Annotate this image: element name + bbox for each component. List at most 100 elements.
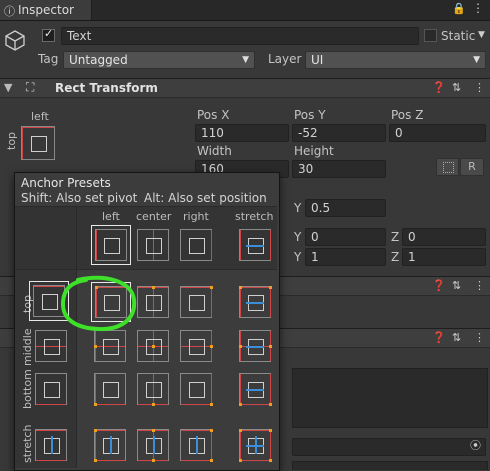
help-icon[interactable]: ❓ xyxy=(432,331,446,344)
pos-y-label: Pos Y xyxy=(294,108,326,122)
static-checkbox[interactable] xyxy=(424,29,437,42)
scale-y-value: 1 xyxy=(311,250,319,264)
height-value: 30 xyxy=(298,162,314,176)
scale-z-value: 1 xyxy=(408,250,416,264)
info-icon: ⓘ xyxy=(4,5,15,18)
preset-top-right[interactable] xyxy=(180,286,213,318)
tag-dropdown[interactable]: Untagged ▼ xyxy=(63,51,255,69)
static-dropdown-arrow[interactable]: ▼ xyxy=(478,30,485,40)
preset-stretch-right[interactable] xyxy=(180,429,213,462)
pos-z-value: 0 xyxy=(395,126,403,140)
pos-x-field[interactable]: 110 xyxy=(195,124,289,142)
rect-preview xyxy=(31,136,47,152)
rect-transform-icon: ⛶ xyxy=(26,80,35,94)
object-reference-field[interactable]: ⦿ xyxy=(292,438,486,456)
anchor-presets-button[interactable] xyxy=(21,126,55,160)
annotation-circle xyxy=(60,275,137,332)
rect-transform-header[interactable]: ▼ ⛶ Rect Transform ❓ ⇅ ⋮ xyxy=(0,78,490,98)
text-area-field[interactable] xyxy=(292,368,488,428)
rotation-y-field[interactable]: 0 xyxy=(305,228,386,246)
width-label: Width xyxy=(197,144,232,158)
more-options-icon[interactable]: ⋮ xyxy=(474,331,485,344)
preset-right-horizontal[interactable] xyxy=(180,229,212,261)
row-label-middle: middle xyxy=(21,328,34,366)
rotation-y-label: Y xyxy=(294,230,302,244)
static-label: Static xyxy=(441,29,476,43)
preset-stretch-horizontal[interactable] xyxy=(239,229,271,261)
scale-z-field[interactable]: 1 xyxy=(402,248,486,266)
scale-z-label: Z xyxy=(391,250,400,264)
height-label: Height xyxy=(294,144,334,158)
pos-y-value: -52 xyxy=(298,126,318,140)
object-name-field[interactable]: Text xyxy=(61,27,419,45)
pos-z-field[interactable]: 0 xyxy=(389,124,486,142)
active-checkbox[interactable]: ✓ xyxy=(42,27,55,42)
presets-icon[interactable]: ⇅ xyxy=(452,279,461,292)
preset-stretch-vertical[interactable] xyxy=(35,429,67,461)
preset-bottom-left[interactable] xyxy=(94,373,126,406)
scale-y-label: Y xyxy=(294,250,302,264)
preset-bottom-stretch[interactable] xyxy=(239,373,272,406)
rotation-z-value: 0 xyxy=(408,230,416,244)
scale-y-field[interactable]: 1 xyxy=(305,248,386,266)
help-icon[interactable]: ❓ xyxy=(432,81,446,94)
preset-middle-left[interactable] xyxy=(94,330,126,362)
preset-bottom-vertical[interactable] xyxy=(35,373,67,405)
anchor-line xyxy=(22,127,54,128)
row-label-stretch: stretch xyxy=(21,424,34,463)
rect-transform-title: Rect Transform xyxy=(55,81,158,95)
pos-y-field[interactable]: -52 xyxy=(292,124,386,142)
preset-middle-center[interactable] xyxy=(137,330,169,362)
raw-edit-label: R xyxy=(468,160,476,173)
pos-x-value: 110 xyxy=(201,126,224,140)
raw-edit-button[interactable]: R xyxy=(460,158,484,176)
pivot-y-label: Y xyxy=(294,201,302,215)
preset-stretch-left[interactable] xyxy=(94,429,126,462)
preset-middle-vertical[interactable] xyxy=(35,330,67,362)
presets-icon[interactable]: ⇅ xyxy=(452,331,461,344)
anchor-presets-popup: Anchor Presets Shift: Also set pivot Alt… xyxy=(14,172,280,471)
presets-icon[interactable]: ⇅ xyxy=(452,81,461,94)
help-icon[interactable]: ❓ xyxy=(432,279,446,292)
preset-center-horizontal[interactable] xyxy=(137,229,169,261)
blueprint-icon xyxy=(443,162,454,173)
preset-middle-right[interactable] xyxy=(180,330,213,362)
rotation-z-field[interactable]: 0 xyxy=(402,228,486,246)
tab-bar: ⓘ Inspector 🔒 ⋮ xyxy=(0,0,490,21)
pivot-y-field[interactable]: 0.5 xyxy=(305,199,386,217)
shift-hint: Shift: Also set pivot xyxy=(21,191,138,205)
preset-top-stretch[interactable] xyxy=(239,286,272,318)
preset-stretch-stretch[interactable] xyxy=(239,429,272,462)
height-field[interactable]: 30 xyxy=(292,160,386,178)
preset-top-center[interactable] xyxy=(137,286,169,318)
preset-bottom-right[interactable] xyxy=(180,373,213,406)
rotation-z-label: Z xyxy=(391,230,400,244)
anchor-v-label: top xyxy=(5,131,18,150)
layer-dropdown[interactable]: UI ▼ xyxy=(305,51,486,69)
preset-stretch-center[interactable] xyxy=(137,429,169,462)
object-name-value: Text xyxy=(67,29,92,43)
pivot-y-value: 0.5 xyxy=(311,201,331,215)
more-options-icon[interactable]: ⋮ xyxy=(474,81,485,94)
alt-hint: Alt: Also set position xyxy=(144,191,267,205)
preset-left-horizontal[interactable] xyxy=(91,225,131,265)
corner-cell xyxy=(15,207,76,269)
more-options-icon[interactable]: ⋮ xyxy=(474,279,485,292)
pos-x-label: Pos X xyxy=(197,108,230,122)
row-label-bottom: bottom xyxy=(21,369,34,409)
col-label-stretch: stretch xyxy=(235,210,274,223)
tag-label: Tag xyxy=(38,52,59,66)
tab-inspector[interactable]: ⓘ Inspector xyxy=(0,0,92,20)
layer-value: UI xyxy=(311,53,324,67)
foldout-arrow-icon[interactable]: ▼ xyxy=(4,81,12,94)
lock-icon[interactable]: 🔒 xyxy=(452,2,466,15)
tag-value: Untagged xyxy=(69,53,128,67)
blueprint-mode-button[interactable] xyxy=(436,158,459,176)
preset-bottom-center[interactable] xyxy=(137,373,169,406)
object-picker-icon[interactable]: ⦿ xyxy=(470,439,481,453)
rotation-y-value: 0 xyxy=(311,230,319,244)
col-label-center: center xyxy=(136,210,172,223)
more-options-icon[interactable]: ⋮ xyxy=(472,1,484,15)
preset-middle-stretch[interactable] xyxy=(239,330,272,362)
gameobject-cube-icon xyxy=(3,28,27,52)
